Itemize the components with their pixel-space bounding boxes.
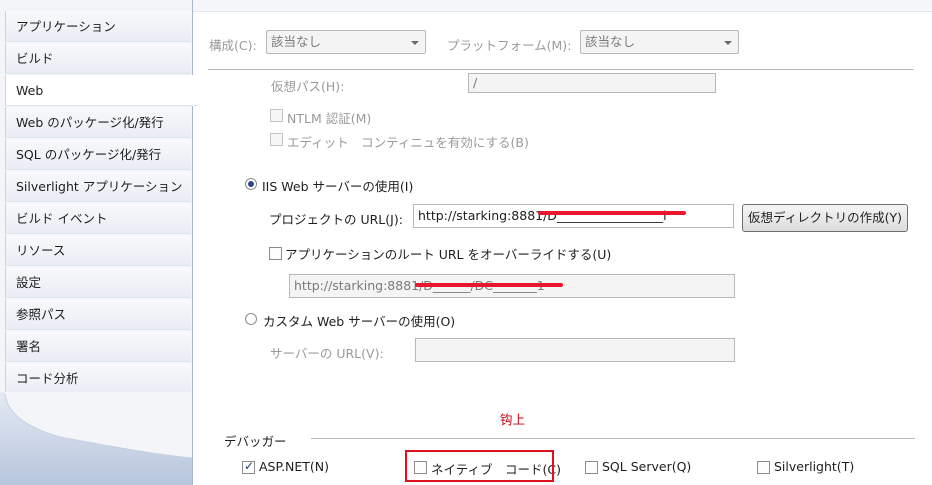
edit-continue-checkbox[interactable] (270, 133, 283, 146)
project-url-input[interactable]: http://starking:8881/D_________________l (413, 204, 734, 228)
config-dropdown[interactable]: 該当なし (266, 30, 426, 54)
platform-value: 該当なし (585, 34, 636, 49)
sidebar-item-label: SQL のパッケージ化/発行 (16, 147, 162, 162)
create-virtual-directory-label: 仮想ディレクトリの作成(Y) (747, 210, 902, 225)
sql-server-label: SQL Server(Q) (602, 459, 692, 474)
ntlm-label: NTLM 認証(M) (287, 111, 372, 126)
chevron-down-icon (724, 41, 732, 45)
sidebar-item-application[interactable]: アプリケーション (5, 11, 191, 42)
create-virtual-directory-button[interactable]: 仮想ディレクトリの作成(Y) (742, 204, 908, 232)
virtual-path-label: 仮想パス(H): (271, 79, 345, 94)
sidebar-item-web-package[interactable]: Web のパッケージ化/発行 (5, 107, 191, 138)
iis-radio-label: IIS Web サーバーの使用(I) (262, 179, 414, 194)
custom-server-radio[interactable] (245, 313, 257, 325)
sidebar-item-label: ビルド (16, 51, 54, 66)
edit-continue-label: エディット コンティニュを有効にする(B) (287, 135, 529, 150)
project-url-label: プロジェクトの URL(J): (269, 212, 403, 227)
top-strip (193, 0, 932, 12)
custom-server-label: カスタム Web サーバーの使用(O) (263, 314, 456, 329)
config-value: 該当なし (271, 34, 322, 49)
server-url-label: サーバーの URL(V): (270, 346, 384, 361)
iis-radio[interactable] (245, 178, 257, 190)
sidebar-item-code-analysis[interactable]: コード分析 (5, 363, 191, 394)
sidebar-item-resources[interactable]: リソース (5, 235, 191, 266)
sidebar-item-label: Web のパッケージ化/発行 (16, 115, 164, 130)
sidebar-item-label: 署名 (16, 339, 42, 354)
silverlight-checkbox[interactable] (757, 461, 770, 474)
sql-server-checkbox[interactable] (585, 461, 598, 474)
server-url-field[interactable] (415, 338, 735, 362)
sidebar-item-silverlight[interactable]: Silverlight アプリケーション (5, 171, 191, 202)
sidebar-item-label: コード分析 (16, 371, 79, 386)
override-root-url-label: アプリケーションのルート URL をオーバーライドする(U) (285, 247, 612, 262)
config-label: 構成(C): (209, 38, 257, 53)
sidebar-item-label: ビルド イベント (16, 211, 108, 226)
sidebar-item-sql-package[interactable]: SQL のパッケージ化/発行 (5, 139, 191, 170)
aspnet-label: ASP.NET(N) (259, 459, 330, 474)
sidebar-item-build[interactable]: ビルド (5, 43, 191, 74)
redaction-mark (415, 283, 563, 287)
annotation-highlight-box (405, 450, 554, 482)
active-tab-connector (192, 75, 194, 106)
platform-label: プラットフォーム(M): (447, 38, 572, 53)
project-properties-sidebar: アプリケーション ビルド Web Web のパッケージ化/発行 SQL のパッケ… (0, 0, 198, 485)
platform-dropdown[interactable]: 該当なし (580, 30, 739, 54)
sidebar-item-settings[interactable]: 設定 (5, 267, 191, 298)
sidebar-item-label: リソース (16, 243, 66, 258)
silverlight-label: Silverlight(T) (774, 459, 855, 474)
ntlm-checkbox[interactable] (270, 109, 283, 122)
sidebar-item-reference-paths[interactable]: 参照パス (5, 299, 191, 330)
sidebar-item-web[interactable]: Web (5, 75, 198, 106)
sidebar-item-label: 設定 (16, 275, 42, 290)
sidebar-item-label: 参照パス (16, 307, 67, 322)
sidebar-decoration (0, 392, 193, 485)
redaction-mark (538, 211, 686, 215)
debugger-divider (311, 438, 915, 439)
debugger-section-label: デバッガー (224, 434, 287, 449)
override-root-url-checkbox[interactable] (269, 247, 282, 260)
virtual-path-value: / (473, 75, 478, 90)
web-properties-page: 構成(C): 該当なし プラットフォーム(M): 該当なし 仮想パス(H): /… (193, 0, 932, 485)
sidebar-item-label: Web (16, 83, 44, 98)
annotation-text: 钩上 (500, 412, 526, 427)
header-divider (208, 69, 914, 70)
virtual-path-field[interactable]: / (468, 73, 716, 93)
sidebar-item-label: Silverlight アプリケーション (16, 179, 183, 194)
sidebar-item-label: アプリケーション (16, 19, 116, 34)
sidebar-item-signing[interactable]: 署名 (5, 331, 191, 362)
aspnet-checkbox[interactable] (242, 459, 255, 474)
chevron-down-icon (411, 41, 419, 45)
sidebar-item-build-events[interactable]: ビルド イベント (5, 203, 191, 234)
